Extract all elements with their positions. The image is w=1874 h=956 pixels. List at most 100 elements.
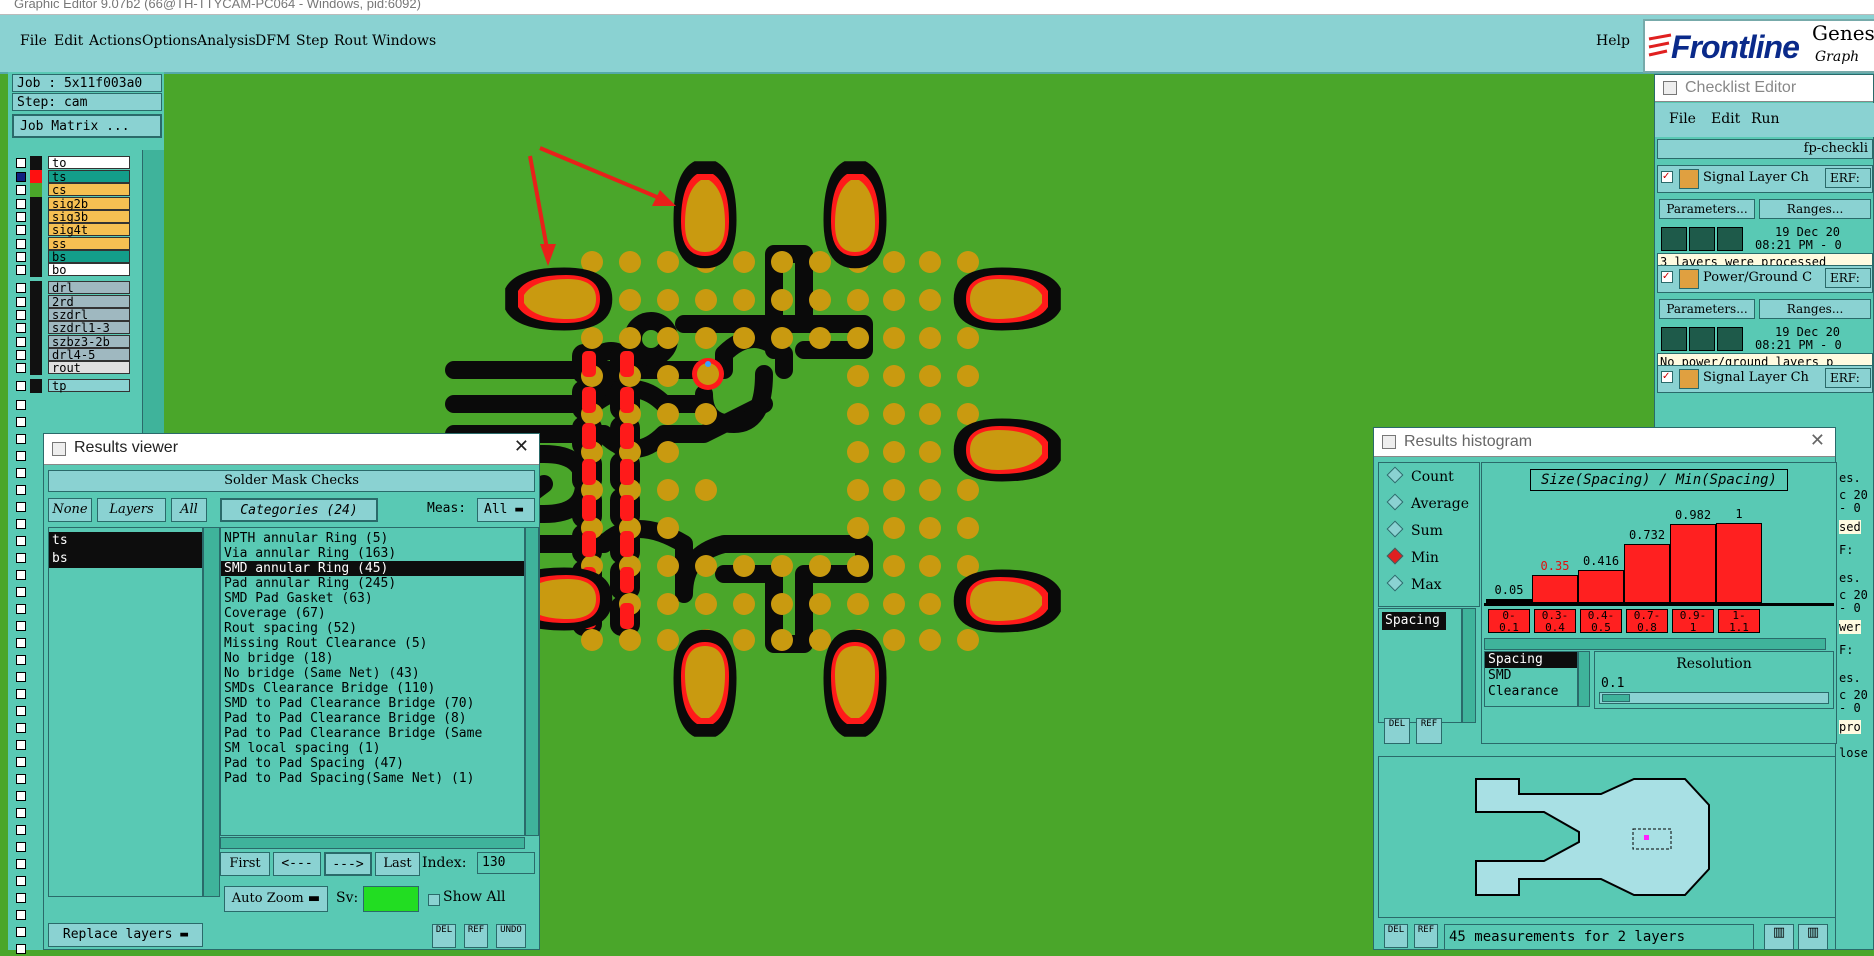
layer-checkbox[interactable] [16,808,26,818]
categories-button[interactable]: Categories (24) [220,498,378,522]
layer-checkbox[interactable] [16,723,26,733]
layer-checkbox[interactable] [16,337,26,347]
menu-actions[interactable]: Actions [89,33,142,49]
layer-checkbox[interactable] [16,323,26,333]
layer-color-swatch[interactable] [30,348,42,362]
layer-row-ts[interactable]: ts [10,170,140,184]
job-matrix-button[interactable]: Job Matrix ... [12,114,162,138]
layer-checkbox[interactable] [16,536,26,546]
layer-checkbox[interactable] [16,265,26,275]
layer-row-cs[interactable]: cs [10,183,140,197]
entry-ranges-button[interactable]: Ranges... [1759,299,1871,319]
last-button[interactable]: Last [375,852,420,876]
entry-parameters-button[interactable]: Parameters... [1659,199,1755,219]
layer-checkbox[interactable] [16,672,26,682]
layer-checkbox[interactable] [16,655,26,665]
layer-checkbox[interactable] [16,239,26,249]
category-vscroll[interactable] [525,527,539,836]
next-button[interactable]: ---> [324,852,372,876]
layer-checkbox[interactable] [16,621,26,631]
layer-checkbox[interactable] [16,757,26,767]
layer-checkbox[interactable] [16,350,26,360]
layer-checkbox[interactable] [16,553,26,563]
entry-checkbox[interactable]: ✓ [1661,271,1673,283]
mode-sum-radio[interactable]: Sum [1386,520,1443,539]
layer-checkbox[interactable] [16,791,26,801]
layer-color-swatch[interactable] [30,250,42,264]
layer-checkbox[interactable] [16,185,26,195]
layer-checkbox[interactable] [16,252,26,262]
menu-options[interactable]: Options [142,33,197,49]
index-input[interactable]: 130 [477,852,535,874]
category-hscroll[interactable] [220,837,525,849]
menu-edit[interactable]: Edit [54,33,83,49]
measure-list[interactable]: Spacing [1378,608,1462,723]
histogram-bar[interactable] [1670,524,1716,603]
run-status-icon[interactable] [1689,227,1715,251]
layer-checkbox[interactable] [16,283,26,293]
measure-vscroll[interactable] [1462,608,1476,723]
layer-row-sig2b[interactable]: sig2b [10,197,140,211]
checklist-menu-run[interactable]: Run [1751,111,1780,127]
board-overview[interactable] [1378,756,1836,918]
layer-row-2rd[interactable]: 2rd [10,295,140,309]
histogram-range-label[interactable]: 0.7- 0.8 [1626,609,1668,634]
menu-analysis[interactable]: Analysis [197,33,256,49]
layer-checkbox[interactable] [16,519,26,529]
layer-row-sig3b[interactable]: sig3b [10,210,140,224]
entry-checkbox[interactable]: ✓ [1661,171,1673,183]
category-item[interactable]: Coverage (67) [221,606,524,621]
histogram-range-label[interactable]: 0.9- 1 [1672,609,1714,634]
histogram-bar[interactable] [1578,569,1624,603]
layer-color-swatch[interactable] [30,361,42,375]
meas-select[interactable]: All ▬ [477,498,535,522]
histogram-bar[interactable] [1532,575,1578,603]
type-list[interactable]: Spacing SMD Clearance [1484,651,1578,707]
close-icon[interactable]: ✕ [514,436,529,457]
layer-checkbox[interactable] [16,638,26,648]
layer-checkbox[interactable] [16,158,26,168]
layer-select-list[interactable]: ts bs [48,527,203,897]
layer-color-swatch[interactable] [30,295,42,309]
menu-step[interactable]: Step [296,33,328,49]
hist-del-button[interactable]: DEL [1384,718,1410,744]
entry-erf-button[interactable]: ERF: [1825,268,1871,288]
layer-checkbox[interactable] [16,570,26,580]
layer-row-sig4t[interactable]: sig4t [10,223,140,237]
layer-color-swatch[interactable] [30,379,42,393]
layer-checkbox[interactable] [16,876,26,886]
category-item[interactable]: Pad to Pad Clearance Bridge (Same [221,726,524,741]
histogram-hscroll[interactable] [1484,638,1826,650]
ref-button[interactable]: REF [464,924,488,948]
layer-color-swatch[interactable] [30,308,42,322]
layer-checkbox[interactable] [16,485,26,495]
undo-button[interactable]: UNDO [496,924,526,948]
chart-export-button[interactable]: ▥ [1798,924,1828,950]
category-item[interactable]: Rout spacing (52) [221,621,524,636]
prev-button[interactable]: <--- [273,852,321,876]
mode-max-radio[interactable]: Max [1386,574,1442,593]
first-button[interactable]: First [220,852,270,876]
layer-color-swatch[interactable] [30,263,42,277]
layer-row-drl[interactable]: drl [10,281,140,295]
menu-dfm[interactable]: DFM [255,33,290,49]
checklist-menu-file[interactable]: File [1669,111,1696,127]
layer-checkbox[interactable] [16,199,26,209]
layer-checkbox[interactable] [16,400,26,410]
replace-layers-button[interactable]: Replace layers ▬ [48,923,203,947]
menu-rout[interactable]: Rout [334,33,368,49]
category-item[interactable]: Pad to Pad Spacing(Same Net) (1) [221,771,524,786]
layers-button[interactable]: Layers [97,498,166,522]
entry-erf-button[interactable]: ERF: [1825,168,1871,188]
mode-count-radio[interactable]: Count [1386,466,1454,485]
checks-header[interactable]: Solder Mask Checks [48,470,535,492]
layer-row-rout[interactable]: rout [10,361,140,375]
layer-checkbox[interactable] [16,910,26,920]
layer-checkbox[interactable] [16,842,26,852]
all-button[interactable]: All [171,498,207,522]
category-item[interactable]: NPTH annular Ring (5) [221,531,524,546]
status-ref-button[interactable]: REF [1414,924,1438,948]
auto-zoom-button[interactable]: Auto Zoom ▬ [224,886,328,912]
layer-list-vscroll[interactable] [203,527,220,897]
layer-checkbox[interactable] [16,434,26,444]
